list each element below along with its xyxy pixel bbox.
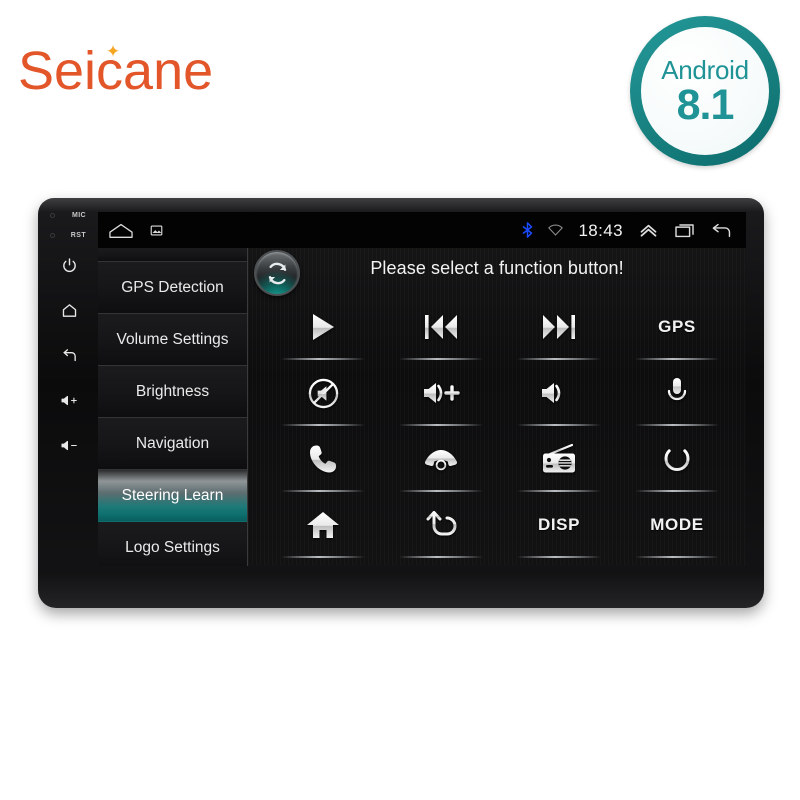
volume-down-icon: [542, 383, 578, 403]
previous-track-icon: [425, 315, 457, 339]
page-root: Seicane ✦ Android 8.1 MIC RST 18:43 GPS …: [0, 0, 800, 800]
gps-button-label: GPS: [658, 317, 696, 336]
hang-up-icon: [424, 450, 458, 471]
status-bar-right-group: 18:43: [522, 222, 732, 239]
sparkle-icon: ✦: [105, 42, 121, 61]
sidebar-item-navigation[interactable]: Navigation: [98, 418, 247, 470]
disp-button-label: DISP: [537, 515, 581, 534]
android-version-badge: Android 8.1: [630, 16, 780, 166]
status-screenshot-icon[interactable]: [150, 224, 163, 237]
mute-button[interactable]: [264, 360, 382, 426]
phone-icon: [310, 445, 337, 473]
hw-volume-down-button[interactable]: [56, 432, 82, 458]
radio-icon: [543, 443, 575, 473]
panel-prompt: Please select a function button!: [370, 258, 624, 278]
back-arrow-icon: [426, 511, 457, 536]
sidebar-item-brightness[interactable]: Brightness: [98, 366, 247, 418]
next-track-icon: [543, 315, 575, 339]
steering-learn-panel: Please select a function button! GPS DIS…: [248, 248, 746, 566]
play-button[interactable]: [264, 294, 382, 360]
mic-pinhole-icon: [50, 213, 55, 218]
gps-button[interactable]: GPS: [618, 294, 736, 360]
previous-button[interactable]: [382, 294, 500, 360]
status-recents-icon[interactable]: [674, 222, 695, 239]
microphone-button[interactable]: [618, 360, 736, 426]
radio-button[interactable]: [500, 426, 618, 492]
next-button[interactable]: [500, 294, 618, 360]
disp-button[interactable]: DISP: [500, 492, 618, 558]
android-os-label: Android: [661, 54, 749, 85]
settings-sidebar: GPS Detection Volume Settings Brightness…: [98, 248, 248, 566]
brand-logo: Seicane ✦: [18, 36, 248, 106]
android-version-number: 8.1: [676, 80, 735, 129]
mode-button-label: MODE: [650, 515, 704, 534]
mode-button[interactable]: MODE: [618, 492, 736, 558]
hw-back-button[interactable]: [56, 342, 82, 368]
car-head-unit-device: MIC RST 18:43 GPS Detection Volume Setti…: [38, 198, 764, 608]
android-status-bar: 18:43: [98, 212, 746, 248]
status-bar-left-group: [108, 222, 163, 239]
volume-down-button[interactable]: [500, 360, 618, 426]
brand-name: Seicane: [18, 41, 214, 101]
screen-body: GPS Detection Volume Settings Brightness…: [98, 248, 746, 566]
function-button-grid: GPS DISP MODE: [264, 294, 736, 558]
play-icon: [313, 314, 334, 340]
sidebar-item-volume-settings[interactable]: Volume Settings: [98, 314, 247, 366]
hw-power-button[interactable]: [56, 252, 82, 278]
volume-up-icon: [424, 383, 460, 403]
volume-up-button[interactable]: [382, 360, 500, 426]
bluetooth-icon: [522, 222, 533, 238]
hw-home-button[interactable]: [56, 297, 82, 323]
power-button[interactable]: [618, 426, 736, 492]
sidebar-item-logo-settings[interactable]: Logo Settings: [98, 522, 247, 566]
sidebar-item-partial[interactable]: [98, 248, 247, 262]
home-button[interactable]: [264, 492, 382, 558]
sidebar-item-steering-learn[interactable]: Steering Learn: [98, 470, 247, 522]
status-home-icon[interactable]: [108, 222, 134, 239]
status-back-icon[interactable]: [710, 222, 732, 239]
reset-pinhole-icon: [50, 233, 55, 238]
call-hangup-button[interactable]: [382, 426, 500, 492]
home-filled-icon: [307, 512, 339, 538]
back-button[interactable]: [382, 492, 500, 558]
status-clock: 18:43: [578, 220, 623, 240]
mute-icon: [308, 378, 338, 408]
hw-volume-up-button[interactable]: [56, 387, 82, 413]
wifi-icon: [548, 224, 564, 236]
device-left-bezel: MIC RST: [38, 198, 100, 608]
device-screen: 18:43 GPS Detection Volume Settings Brig…: [98, 212, 746, 566]
call-answer-button[interactable]: [264, 426, 382, 492]
status-expand-icon[interactable]: [638, 222, 659, 238]
microphone-icon: [667, 378, 687, 408]
mic-pinhole-label: MIC: [50, 212, 86, 219]
power-icon: [664, 444, 690, 471]
reset-pinhole-label: RST: [50, 232, 86, 239]
sync-button[interactable]: [254, 250, 300, 296]
android-badge-inner: Android 8.1: [641, 27, 769, 155]
sidebar-item-gps-detection[interactable]: GPS Detection: [98, 262, 247, 314]
